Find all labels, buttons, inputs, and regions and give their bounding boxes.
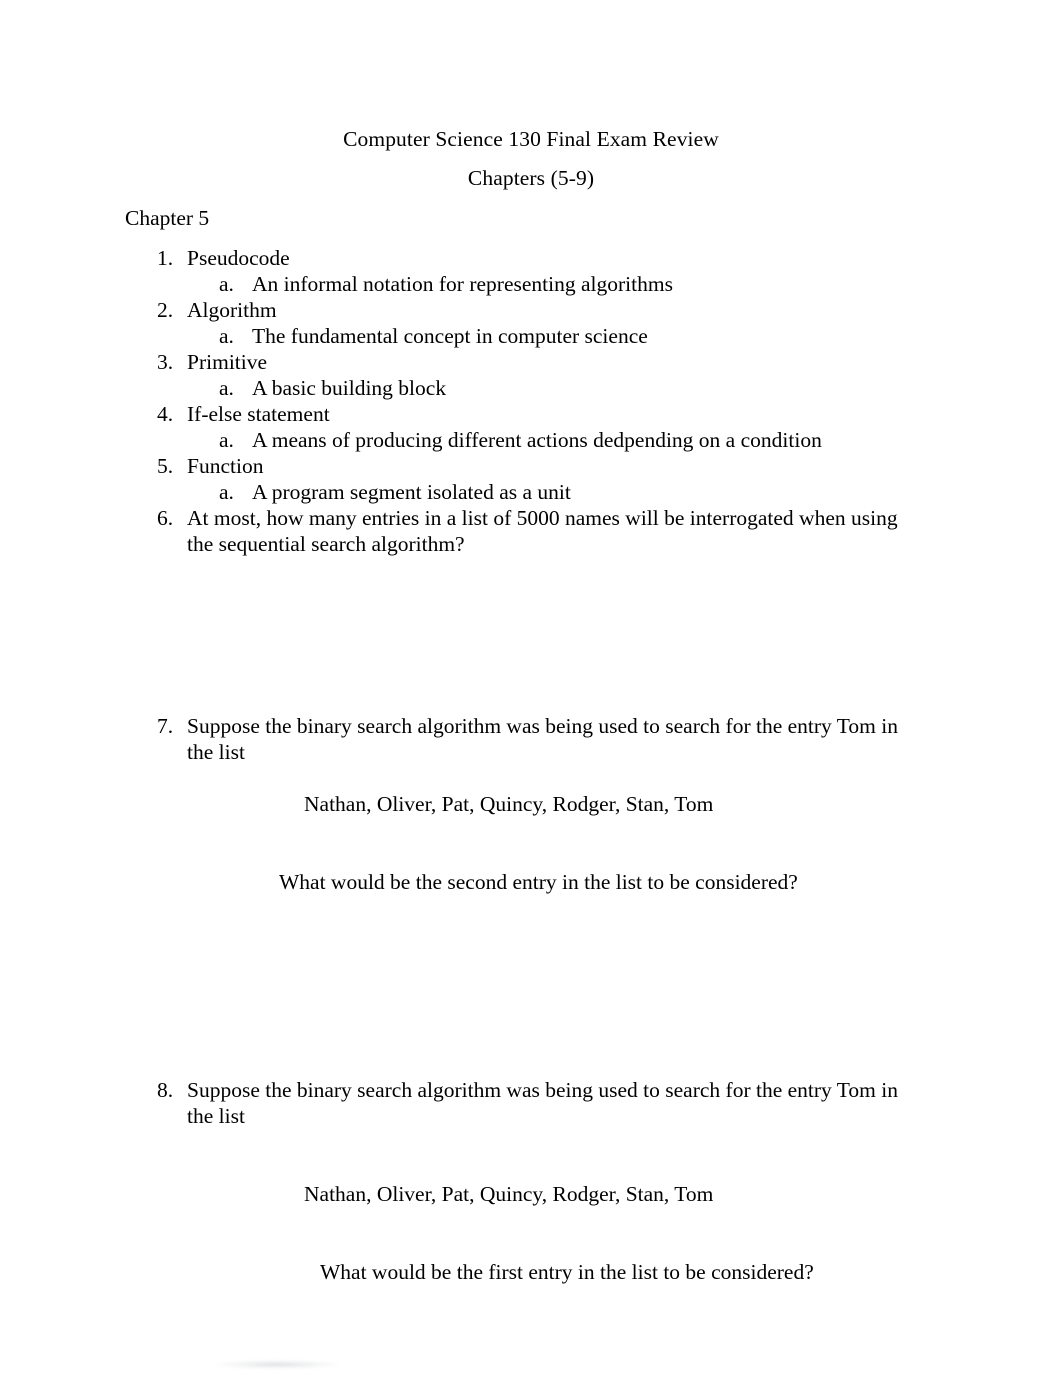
answer-space: [0, 817, 1062, 869]
sublist-item-text: A basic building block: [252, 376, 447, 400]
names-list-line: Nathan, Oliver, Pat, Quincy, Rodger, Sta…: [304, 1182, 714, 1206]
names-list-line: Nathan, Oliver, Pat, Quincy, Rodger, Sta…: [304, 792, 714, 816]
answer-space: [0, 1051, 1062, 1077]
page-title: Computer Science 130 Final Exam Review: [343, 127, 719, 151]
list-item-text: Suppose the binary search algorithm was …: [187, 1078, 899, 1128]
list-marker: 1.: [157, 246, 174, 270]
list-item-level1: 3. Primitive: [0, 349, 1062, 375]
list-item: 4. If-else statement a. A means of produ…: [0, 401, 1062, 453]
list-item-text: Function: [187, 454, 264, 478]
sublist-item-text: An informal notation for representing al…: [252, 272, 673, 296]
document-page: Computer Science 130 Final Exam Review C…: [0, 0, 1062, 1377]
list-item-text: Suppose the binary search algorithm was …: [187, 714, 899, 764]
sublist-item-text: A program segment isolated as a unit: [252, 480, 571, 504]
list-item-text: If-else statement: [187, 402, 330, 426]
list-marker: 2.: [157, 298, 174, 322]
list-item-text: Pseudocode: [187, 246, 290, 270]
list-item-level1: 7. Suppose the binary search algorithm w…: [0, 713, 1062, 765]
sublist-marker: a.: [219, 376, 234, 400]
list-item: 3. Primitive a. A basic building block: [0, 349, 1062, 401]
list-item-level2: a. A means of producing different action…: [0, 427, 1062, 453]
list-item: 6. At most, how many entries in a list o…: [0, 505, 1062, 557]
list-item-level1: 6. At most, how many entries in a list o…: [0, 505, 1062, 557]
answer-space: [0, 895, 1062, 1051]
list-item-level1: 1. Pseudocode: [0, 245, 1062, 271]
list-item: 5. Function a. A program segment isolate…: [0, 453, 1062, 505]
list-item-level2: a. A program segment isolated as a unit: [0, 479, 1062, 505]
list-item-text: Primitive: [187, 350, 268, 374]
list-item-level1: 5. Function: [0, 453, 1062, 479]
list-marker: 6.: [157, 506, 174, 530]
sublist-marker: a.: [219, 428, 234, 452]
list-item-level2: a. An informal notation for representing…: [0, 271, 1062, 297]
list-marker: 8.: [157, 1078, 174, 1102]
list-item-level2: a. The fundamental concept in computer s…: [0, 323, 1062, 349]
list-item: 7. Suppose the binary search algorithm w…: [0, 713, 1062, 895]
list-item: 1. Pseudocode a. An informal notation fo…: [0, 245, 1062, 297]
question-prompt-line: What would be the second entry in the li…: [279, 870, 798, 894]
list-item-level2: a. A basic building block: [0, 375, 1062, 401]
list-item-text: At most, how many entries in a list of 5…: [187, 506, 898, 556]
section-heading-chapter-5: Chapter 5: [125, 206, 210, 230]
sublist-item-text: The fundamental concept in computer scie…: [252, 324, 648, 348]
scan-artifact-smudge: [215, 1360, 340, 1369]
sublist-marker: a.: [219, 480, 234, 504]
list-item-level1: 8. Suppose the binary search algorithm w…: [0, 1077, 1062, 1129]
list-marker: 5.: [157, 454, 174, 478]
list-item: 8. Suppose the binary search algorithm w…: [0, 1077, 1062, 1285]
answer-space: [0, 557, 1062, 713]
list-marker: 7.: [157, 714, 174, 738]
list-item-text: Algorithm: [187, 298, 277, 322]
sublist-item-text: A means of producing different actions d…: [252, 428, 822, 452]
answer-space: [0, 1207, 1062, 1259]
sublist-marker: a.: [219, 324, 234, 348]
sublist-marker: a.: [219, 272, 234, 296]
list-marker: 4.: [157, 402, 174, 426]
list-marker: 3.: [157, 350, 174, 374]
outline-list: 1. Pseudocode a. An informal notation fo…: [0, 245, 1062, 1285]
list-item: 2. Algorithm a. The fundamental concept …: [0, 297, 1062, 349]
list-item-level1: 2. Algorithm: [0, 297, 1062, 323]
list-item-level1: 4. If-else statement: [0, 401, 1062, 427]
question-prompt-line: What would be the first entry in the lis…: [320, 1260, 814, 1284]
page-subtitle: Chapters (5-9): [467, 166, 595, 190]
